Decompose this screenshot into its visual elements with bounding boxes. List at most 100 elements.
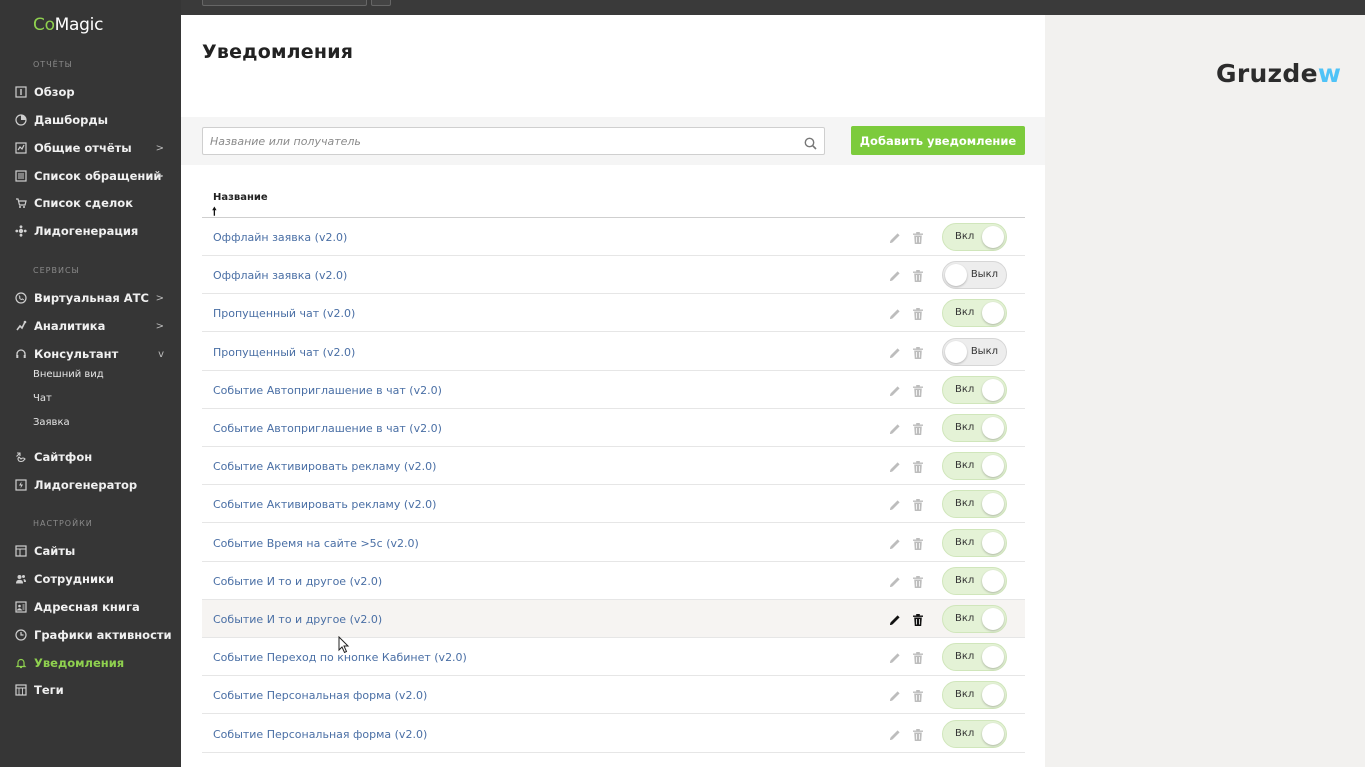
- sidebar-item-sitephone[interactable]: Сайтфон: [14, 446, 174, 468]
- table-row[interactable]: Событие Активировать рекламу (v2.0) Вкл: [202, 485, 1025, 524]
- table-row[interactable]: Событие Активировать рекламу (v2.0) Вкл: [202, 447, 1025, 486]
- search-icon[interactable]: [804, 135, 817, 150]
- status-toggle[interactable]: Вкл: [942, 528, 1007, 557]
- table-row[interactable]: Событие Автоприглашение в чат (v2.0) Вкл: [202, 370, 1025, 409]
- table-row[interactable]: Событие Персональная форма (v2.0) Вкл: [202, 676, 1025, 715]
- status-toggle[interactable]: Вкл: [942, 643, 1007, 672]
- notification-name-link[interactable]: Событие Автоприглашение в чат (v2.0): [213, 384, 442, 397]
- notification-name-link[interactable]: Событие Активировать рекламу (v2.0): [213, 498, 436, 511]
- status-toggle[interactable]: Вкл: [942, 719, 1007, 748]
- status-toggle[interactable]: Вкл: [942, 375, 1007, 404]
- trash-icon[interactable]: [912, 612, 924, 626]
- top-bar-input[interactable]: [202, 0, 367, 6]
- logo[interactable]: CoMagic: [33, 15, 103, 35]
- pencil-icon[interactable]: [888, 536, 902, 550]
- notification-name-link[interactable]: Пропущенный чат (v2.0): [213, 307, 355, 320]
- table-row[interactable]: Оффлайн заявка (v2.0) Вкл: [202, 218, 1025, 256]
- table-row[interactable]: Пропущенный чат (v2.0) Вкл: [202, 294, 1025, 333]
- notification-name-link[interactable]: Событие Активировать рекламу (v2.0): [213, 460, 436, 473]
- trash-icon[interactable]: [912, 268, 924, 283]
- status-toggle[interactable]: Выкл: [942, 261, 1007, 290]
- trash-icon[interactable]: [912, 345, 924, 359]
- table-row[interactable]: Событие Переход по кнопке Кабинет (v2.0)…: [202, 638, 1025, 677]
- sidebar-item-addressbook[interactable]: Адресная книга: [14, 596, 174, 618]
- status-toggle[interactable]: Вкл: [942, 681, 1007, 710]
- trash-icon[interactable]: [912, 727, 924, 741]
- pencil-icon[interactable]: [888, 230, 902, 244]
- add-notification-button[interactable]: Добавить уведомление: [851, 126, 1025, 155]
- status-toggle[interactable]: Вкл: [942, 605, 1007, 633]
- pencil-icon[interactable]: [888, 612, 902, 626]
- pencil-icon[interactable]: [888, 383, 902, 397]
- notification-name-link[interactable]: Пропущенный чат (v2.0): [213, 346, 355, 359]
- status-toggle[interactable]: Вкл: [942, 566, 1007, 595]
- table-row[interactable]: Событие Автоприглашение в чат (v2.0) Вкл: [202, 409, 1025, 447]
- table-row[interactable]: Пропущенный чат (v2.0) Выкл: [202, 332, 1025, 371]
- status-toggle[interactable]: Вкл: [942, 223, 1007, 251]
- status-toggle[interactable]: Вкл: [942, 414, 1007, 442]
- table-row[interactable]: Событие Персональная форма (v2.0) Вкл: [202, 714, 1025, 753]
- users-icon: [14, 573, 27, 586]
- trash-icon[interactable]: [912, 230, 924, 244]
- sidebar-item-reports[interactable]: Общие отчёты >: [14, 137, 174, 159]
- notification-name-link[interactable]: Событие И то и другое (v2.0): [213, 613, 382, 626]
- pencil-icon[interactable]: [888, 497, 902, 511]
- pencil-icon[interactable]: [888, 306, 902, 320]
- trash-icon[interactable]: [912, 688, 924, 703]
- sidebar-item-pbx[interactable]: Виртуальная АТС >: [14, 287, 174, 309]
- notification-name-link[interactable]: Событие Персональная форма (v2.0): [213, 728, 427, 741]
- sidebar-subitem-appearance[interactable]: Внешний вид: [33, 369, 104, 380]
- sidebar-item-overview[interactable]: Обзор: [14, 81, 174, 103]
- sidebar-item-employees[interactable]: Сотрудники: [14, 568, 174, 590]
- status-toggle[interactable]: Вкл: [942, 452, 1007, 481]
- status-toggle[interactable]: Вкл: [942, 299, 1007, 328]
- pencil-icon[interactable]: [888, 727, 902, 741]
- pencil-icon[interactable]: [888, 459, 902, 473]
- trash-icon[interactable]: [912, 497, 924, 512]
- sidebar-item-leadgenerator[interactable]: Лидогенератор: [14, 474, 174, 496]
- pencil-icon[interactable]: [888, 421, 902, 435]
- pencil-icon[interactable]: [888, 688, 902, 702]
- status-toggle[interactable]: Выкл: [942, 337, 1007, 366]
- trash-icon[interactable]: [912, 459, 924, 474]
- sidebar-item-requests[interactable]: Список обращений >: [14, 165, 174, 187]
- table-row[interactable]: Событие И то и другое (v2.0) Вкл: [202, 600, 1025, 638]
- toggle-knob: [945, 264, 967, 287]
- pencil-icon[interactable]: [888, 574, 902, 588]
- column-header-name[interactable]: Название: [213, 192, 268, 203]
- notification-name-link[interactable]: Событие Персональная форма (v2.0): [213, 689, 427, 702]
- sidebar-item-consultant[interactable]: Консультант v: [14, 343, 174, 365]
- sidebar-item-sites[interactable]: Сайты: [14, 540, 174, 562]
- sidebar-item-tags[interactable]: Теги: [14, 679, 174, 701]
- notification-name-link[interactable]: Событие И то и другое (v2.0): [213, 575, 382, 588]
- trash-icon[interactable]: [912, 574, 924, 588]
- notification-name-link[interactable]: Оффлайн заявка (v2.0): [213, 269, 347, 282]
- pencil-icon[interactable]: [888, 650, 902, 664]
- sidebar-item-analytics[interactable]: Аналитика >: [14, 315, 174, 337]
- trash-icon[interactable]: [912, 650, 924, 665]
- notification-name-link[interactable]: Событие Автоприглашение в чат (v2.0): [213, 422, 442, 435]
- table-row[interactable]: Событие Время на сайте >5с (v2.0) Вкл: [202, 523, 1025, 562]
- sidebar-subitem-request[interactable]: Заявка: [33, 417, 70, 428]
- trash-icon[interactable]: [912, 383, 924, 397]
- sidebar-item-dashboards[interactable]: Дашборды: [14, 109, 174, 131]
- logo-prefix: Co: [33, 15, 55, 35]
- sidebar-subitem-chat[interactable]: Чат: [33, 393, 52, 404]
- sidebar-item-notifications[interactable]: Уведомления: [14, 652, 174, 674]
- table-row[interactable]: Оффлайн заявка (v2.0) Выкл: [202, 256, 1025, 295]
- trash-icon[interactable]: [912, 421, 924, 435]
- sidebar-item-activity-schedules[interactable]: Графики активности: [14, 624, 174, 646]
- table-row[interactable]: Событие И то и другое (v2.0) Вкл: [202, 561, 1025, 600]
- search-input[interactable]: [203, 128, 793, 154]
- trash-icon[interactable]: [912, 306, 924, 321]
- pencil-icon[interactable]: [888, 345, 902, 359]
- toggle-label: Вкл: [955, 613, 975, 624]
- trash-icon[interactable]: [912, 536, 924, 550]
- status-toggle[interactable]: Вкл: [942, 490, 1007, 519]
- notification-name-link[interactable]: Оффлайн заявка (v2.0): [213, 231, 347, 244]
- pencil-icon[interactable]: [888, 268, 902, 282]
- top-bar-button[interactable]: [371, 0, 391, 6]
- sidebar-item-leadgen[interactable]: Лидогенерация: [14, 220, 174, 242]
- notification-name-link[interactable]: Событие Время на сайте >5с (v2.0): [213, 537, 419, 550]
- sidebar-item-deals[interactable]: Список сделок: [14, 192, 174, 214]
